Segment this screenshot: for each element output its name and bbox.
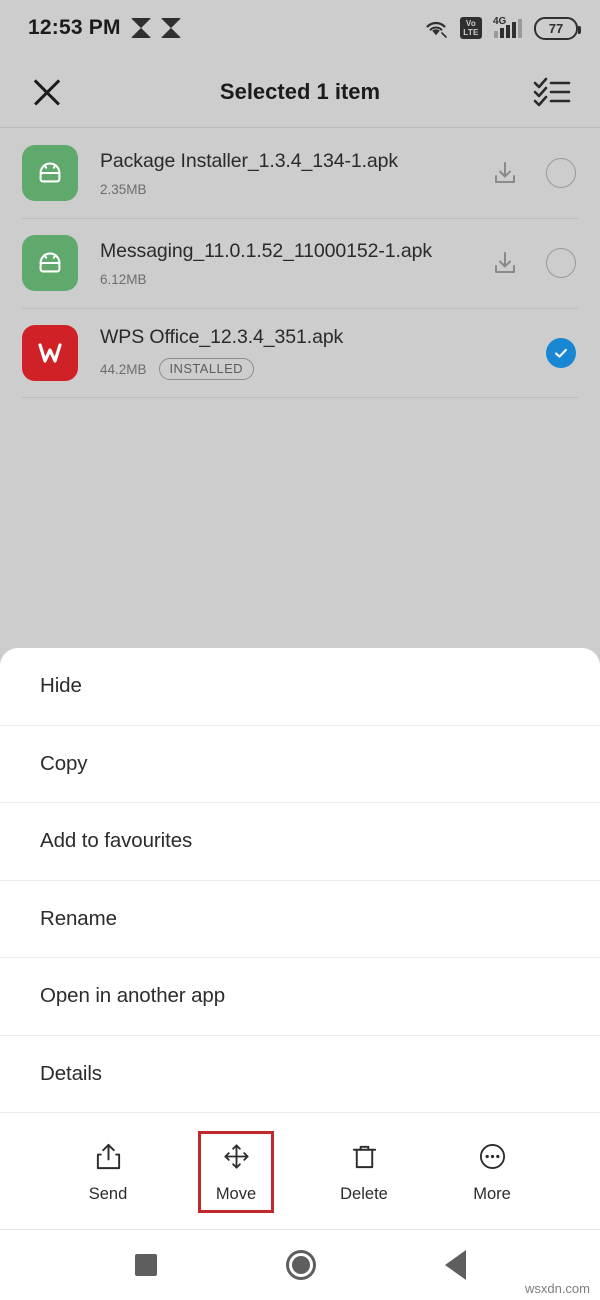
file-list: Package Installer_1.3.4_134-1.apk 2.35MB <box>0 128 600 398</box>
file-meta: 2.35MB <box>100 182 492 197</box>
menu-item-open-in-another-app[interactable]: Open in another app <box>0 958 600 1036</box>
menu-item-copy[interactable]: Copy <box>0 726 600 803</box>
file-select-checkbox[interactable] <box>546 338 576 368</box>
volte-top-text: Vo <box>465 19 477 28</box>
action-sheet: Hide Copy Add to favourites Rename Open … <box>0 648 600 1300</box>
file-size: 44.2MB <box>100 361 147 377</box>
menu-item-label: Copy <box>40 751 88 775</box>
file-size: 6.12MB <box>100 271 147 287</box>
status-bar: 12:53 PM Vo LTE 4G 77 <box>0 0 600 56</box>
close-icon[interactable] <box>26 71 68 113</box>
battery-icon: 77 <box>534 16 581 40</box>
file-name: Messaging_11.0.1.52_11000152-1.apk <box>100 239 432 262</box>
action-toolbar: Send Move Delete More <box>0 1113 600 1230</box>
more-button[interactable]: More <box>454 1131 530 1213</box>
signal-strength-icon: 4G <box>493 16 523 39</box>
menu-item-add-to-favourites[interactable]: Add to favourites <box>0 803 600 881</box>
tool-label: More <box>473 1185 511 1203</box>
row-actions <box>546 338 576 368</box>
status-bar-left: 12:53 PM <box>28 16 181 40</box>
install-icon[interactable] <box>492 250 518 276</box>
app-badge-icon <box>130 18 151 38</box>
wifi-icon <box>423 18 449 38</box>
status-clock: 12:53 PM <box>28 16 121 39</box>
menu-item-label: Hide <box>40 674 82 698</box>
back-triangle-icon[interactable] <box>444 1250 466 1280</box>
install-icon[interactable] <box>492 160 518 186</box>
network-type-label: 4G <box>493 16 507 27</box>
battery-level-label: 77 <box>548 20 564 36</box>
row-actions <box>492 248 576 278</box>
menu-item-hide[interactable]: Hide <box>0 648 600 726</box>
app-badge-icon <box>160 18 181 38</box>
apk-android-icon <box>22 145 78 201</box>
table-row[interactable]: Messaging_11.0.1.52_11000152-1.apk 6.12M… <box>0 218 600 308</box>
more-dots-icon <box>478 1142 507 1176</box>
file-meta: 44.2MB INSTALLED <box>100 358 546 380</box>
wps-office-icon <box>22 325 78 381</box>
move-button[interactable]: Move <box>198 1131 274 1213</box>
table-row[interactable]: Package Installer_1.3.4_134-1.apk 2.35MB <box>0 128 600 218</box>
status-bar-right: Vo LTE 4G 77 <box>423 16 581 40</box>
file-meta: 6.12MB <box>100 272 492 287</box>
menu-item-label: Open in another app <box>40 984 226 1008</box>
select-all-icon[interactable] <box>530 72 574 112</box>
app-header: Selected 1 item <box>0 56 600 128</box>
file-name: Package Installer_1.3.4_134-1.apk <box>100 149 399 172</box>
page-title: Selected 1 item <box>219 78 381 104</box>
file-size: 2.35MB <box>100 181 147 197</box>
watermark: wsxdn.com <box>524 1281 590 1296</box>
tool-label: Move <box>215 1185 257 1203</box>
volte-icon: Vo LTE <box>460 17 482 39</box>
volte-bottom-text: LTE <box>463 28 479 37</box>
tool-label: Delete <box>340 1185 388 1203</box>
status-badge: INSTALLED <box>158 358 254 380</box>
file-info: WPS Office_12.3.4_351.apk 44.2MB INSTALL… <box>100 326 546 380</box>
menu-item-label: Add to favourites <box>40 829 193 853</box>
tool-label: Send <box>88 1185 128 1203</box>
delete-button[interactable]: Delete <box>326 1131 402 1213</box>
home-circle-icon[interactable] <box>285 1250 316 1280</box>
system-nav-bar: wsxdn.com <box>0 1230 600 1300</box>
file-select-checkbox[interactable] <box>546 158 576 188</box>
row-actions <box>492 158 576 188</box>
trash-icon <box>350 1142 379 1176</box>
file-select-checkbox[interactable] <box>546 248 576 278</box>
file-info: Package Installer_1.3.4_134-1.apk 2.35MB <box>100 150 492 197</box>
apk-android-icon <box>22 235 78 291</box>
table-row[interactable]: WPS Office_12.3.4_351.apk 44.2MB INSTALL… <box>0 308 600 398</box>
menu-item-details[interactable]: Details <box>0 1036 600 1113</box>
menu-item-label: Details <box>40 1061 102 1085</box>
recents-square-icon[interactable] <box>134 1254 157 1276</box>
file-name: WPS Office_12.3.4_351.apk <box>100 326 344 348</box>
menu-item-rename[interactable]: Rename <box>0 881 600 958</box>
move-arrows-icon <box>222 1142 251 1176</box>
menu-item-label: Rename <box>40 906 117 930</box>
file-info: Messaging_11.0.1.52_11000152-1.apk 6.12M… <box>100 240 492 287</box>
share-icon <box>94 1142 123 1176</box>
send-button[interactable]: Send <box>70 1131 146 1213</box>
